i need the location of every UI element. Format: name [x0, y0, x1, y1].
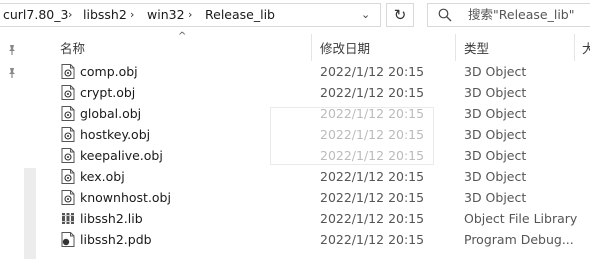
column-divider[interactable] [455, 34, 456, 61]
file-type: 3D Object [464, 190, 527, 205]
pin-icon[interactable] [6, 44, 18, 56]
file-name[interactable]: kex.obj [80, 166, 125, 187]
debug-file-icon [61, 232, 75, 247]
file-modified: 2022/1/12 20:15 [320, 64, 425, 79]
file-modified: 2022/1/12 20:15 [320, 169, 425, 184]
column-header: ^ 名称 修改日期 类型 大 [37, 31, 590, 61]
library-file-icon [61, 211, 75, 226]
file-name[interactable]: keepalive.obj [80, 145, 163, 166]
column-modified[interactable]: 修改日期 [320, 34, 370, 61]
sort-ascending-icon: ^ [178, 31, 187, 42]
search-icon [438, 8, 452, 22]
3d-object-file-icon [61, 190, 75, 205]
file-modified: 2022/1/12 20:15 [320, 85, 425, 100]
file-type: 3D Object [464, 169, 527, 184]
breadcrumb-win32[interactable]: win32 [147, 4, 185, 26]
breadcrumb-curl[interactable]: curl7.80_3 [3, 4, 68, 26]
file-row[interactable]: crypt.obj 2022/1/12 20:15 3D Object [37, 82, 590, 103]
column-type[interactable]: 类型 [464, 34, 489, 61]
file-row[interactable]: hostkey.obj 2022/1/12 20:15 3D Object [37, 124, 590, 145]
column-size[interactable]: 大 [582, 34, 590, 61]
breadcrumb-separator[interactable]: › [68, 4, 72, 26]
file-name[interactable]: hostkey.obj [80, 124, 150, 145]
3d-object-file-icon [61, 85, 75, 100]
file-modified: 2022/1/12 20:15 [320, 148, 425, 163]
scrollbar-thumb[interactable] [24, 168, 36, 259]
file-row[interactable]: comp.obj 2022/1/12 20:15 3D Object [37, 61, 590, 82]
column-divider[interactable] [574, 34, 575, 61]
file-name[interactable]: libssh2.lib [80, 208, 143, 229]
file-row[interactable]: libssh2.lib 2022/1/12 20:15 Object File Li… [37, 208, 590, 229]
column-divider[interactable] [311, 34, 312, 61]
file-modified: 2022/1/12 20:15 [320, 127, 425, 142]
file-type: 3D Object [464, 148, 527, 163]
breadcrumb-libssh2[interactable]: libssh2 [83, 4, 127, 26]
file-name[interactable]: global.obj [80, 103, 141, 124]
file-name[interactable]: knownhost.obj [80, 187, 171, 208]
file-row[interactable]: kex.obj 2022/1/12 20:15 3D Object [37, 166, 590, 187]
3d-object-file-icon [61, 169, 75, 184]
breadcrumb-release-lib[interactable]: Release_lib [205, 4, 275, 26]
file-type: Object File Library [464, 211, 578, 226]
file-type: 3D Object [464, 85, 527, 100]
file-list: comp.obj 2022/1/12 20:15 3D Object crypt.ob… [37, 61, 590, 259]
pin-icon[interactable] [6, 67, 18, 79]
refresh-button[interactable]: ↻ [386, 3, 414, 27]
file-row[interactable]: knownhost.obj 2022/1/12 20:15 3D Object [37, 187, 590, 208]
refresh-icon: ↻ [393, 6, 407, 24]
file-row[interactable]: keepalive.obj 2022/1/12 20:15 3D Object [37, 145, 590, 166]
file-modified: 2022/1/12 20:15 [320, 106, 425, 121]
search-placeholder: 搜索"Release_lib" [468, 7, 575, 22]
column-name[interactable]: 名称 [60, 34, 85, 61]
file-row[interactable]: global.obj 2022/1/12 20:15 3D Object [37, 103, 590, 124]
file-type: 3D Object [464, 106, 527, 121]
file-row[interactable]: libssh2.pdb 2022/1/12 20:15 Program Debug.… [37, 229, 590, 250]
file-type: 3D Object [464, 127, 527, 142]
file-name[interactable]: crypt.obj [80, 82, 135, 103]
search-box[interactable]: 搜索"Release_lib" [427, 3, 590, 27]
file-modified: 2022/1/12 20:15 [320, 190, 425, 205]
file-name[interactable]: comp.obj [80, 61, 138, 82]
address-bar[interactable]: curl7.80_3 › libssh2 › win32 › Release_l… [0, 3, 381, 27]
chevron-down-icon[interactable]: ⌄ [361, 4, 370, 26]
file-type: Program Debug... [464, 232, 574, 247]
breadcrumb-separator[interactable]: › [130, 4, 134, 26]
breadcrumb-separator[interactable]: › [188, 4, 192, 26]
3d-object-file-icon [61, 127, 75, 142]
file-name[interactable]: libssh2.pdb [80, 229, 152, 250]
file-type: 3D Object [464, 64, 527, 79]
file-modified: 2022/1/12 20:15 [320, 211, 425, 226]
3d-object-file-icon [61, 148, 75, 163]
file-modified: 2022/1/12 20:15 [320, 232, 425, 247]
3d-object-file-icon [61, 106, 75, 121]
navigation-pane [0, 34, 22, 259]
3d-object-file-icon [61, 64, 75, 79]
